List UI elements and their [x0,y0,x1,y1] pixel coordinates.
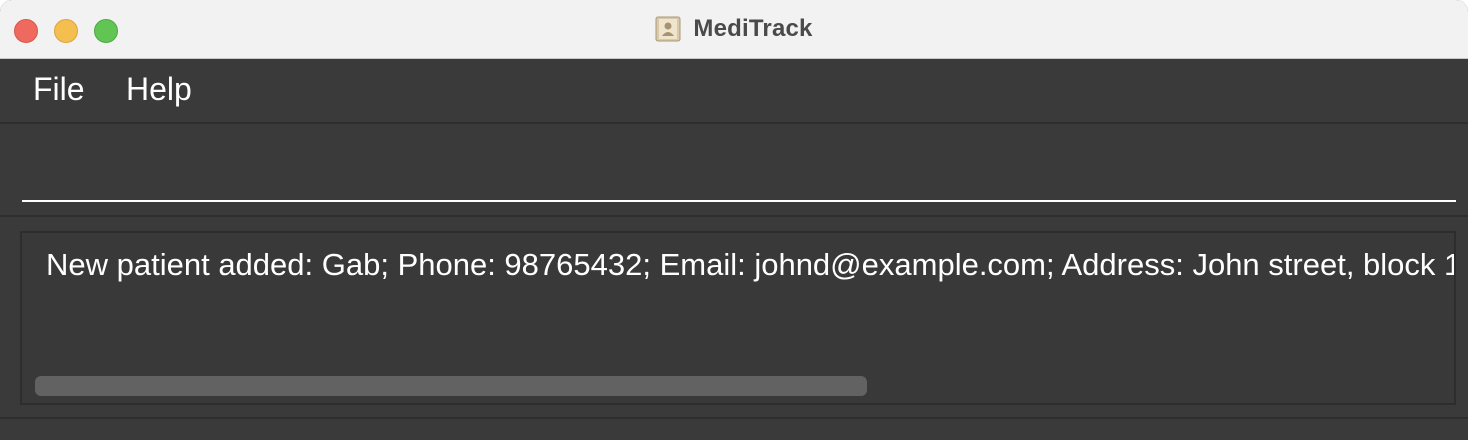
app-window: MediTrack File Help New patient added: G… [0,0,1468,440]
window-title: MediTrack [693,15,813,42]
title-bar[interactable]: MediTrack [0,0,1468,59]
window-title-group: MediTrack [0,14,1468,44]
horizontal-scrollbar[interactable] [35,376,867,396]
patient-list-panel [0,417,1468,440]
command-input[interactable] [22,146,1456,202]
result-display-panel: New patient added: Gab; Phone: 98765432;… [0,217,1468,417]
menu-file[interactable]: File [33,71,85,108]
menu-bar: File Help [0,59,1468,124]
result-message: New patient added: Gab; Phone: 98765432;… [46,247,1456,282]
address-book-icon [655,16,681,42]
menu-help[interactable]: Help [126,71,192,108]
result-display[interactable]: New patient added: Gab; Phone: 98765432;… [20,231,1456,405]
command-box-panel [0,124,1468,217]
